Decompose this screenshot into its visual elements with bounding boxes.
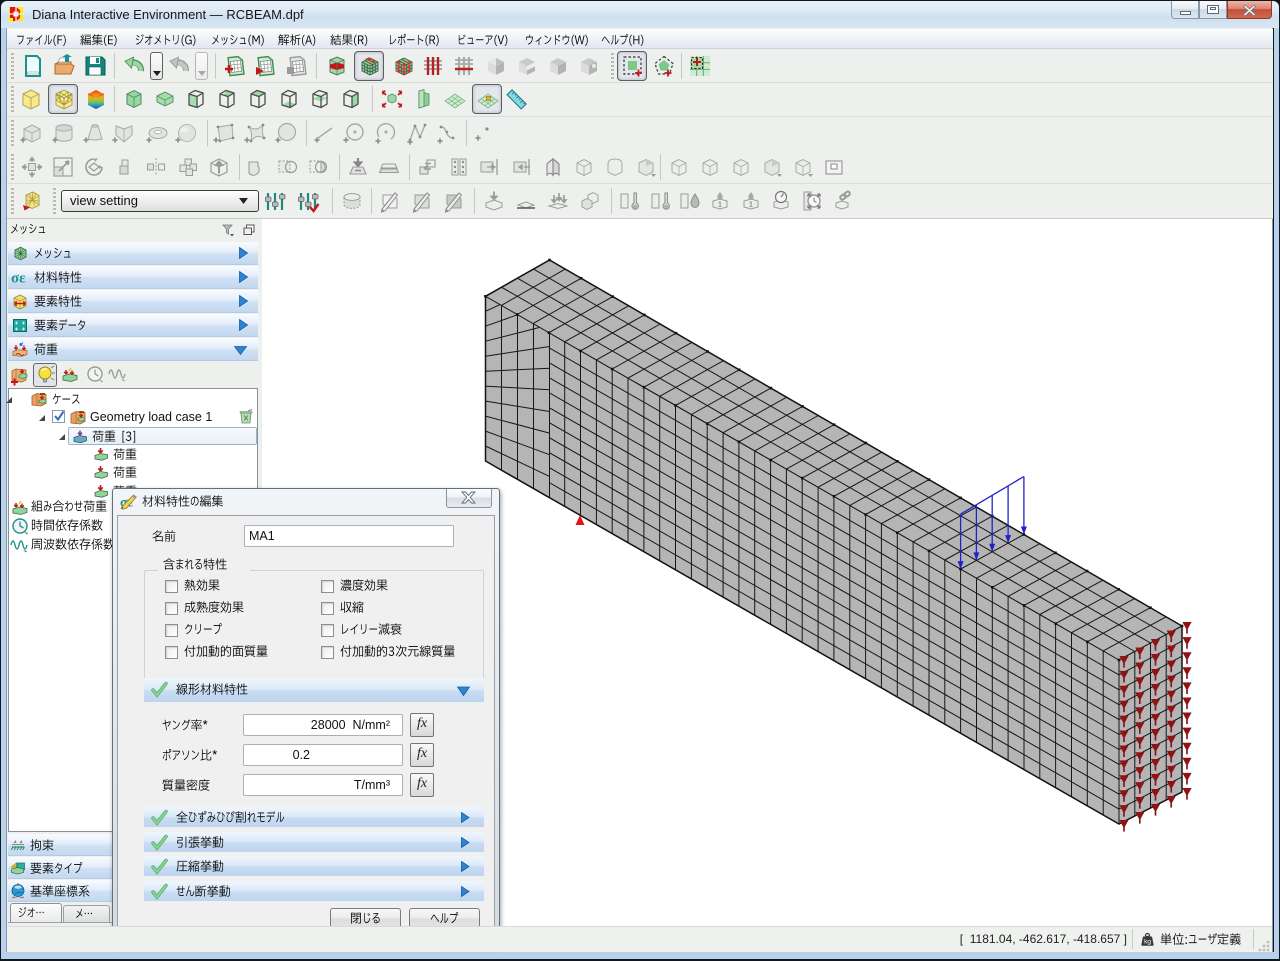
svg-text:kg: kg [1144, 939, 1151, 946]
svg-text:1: 1 [718, 202, 722, 209]
svg-text:σε: σε [11, 271, 26, 287]
svg-text:1: 1 [749, 202, 753, 209]
